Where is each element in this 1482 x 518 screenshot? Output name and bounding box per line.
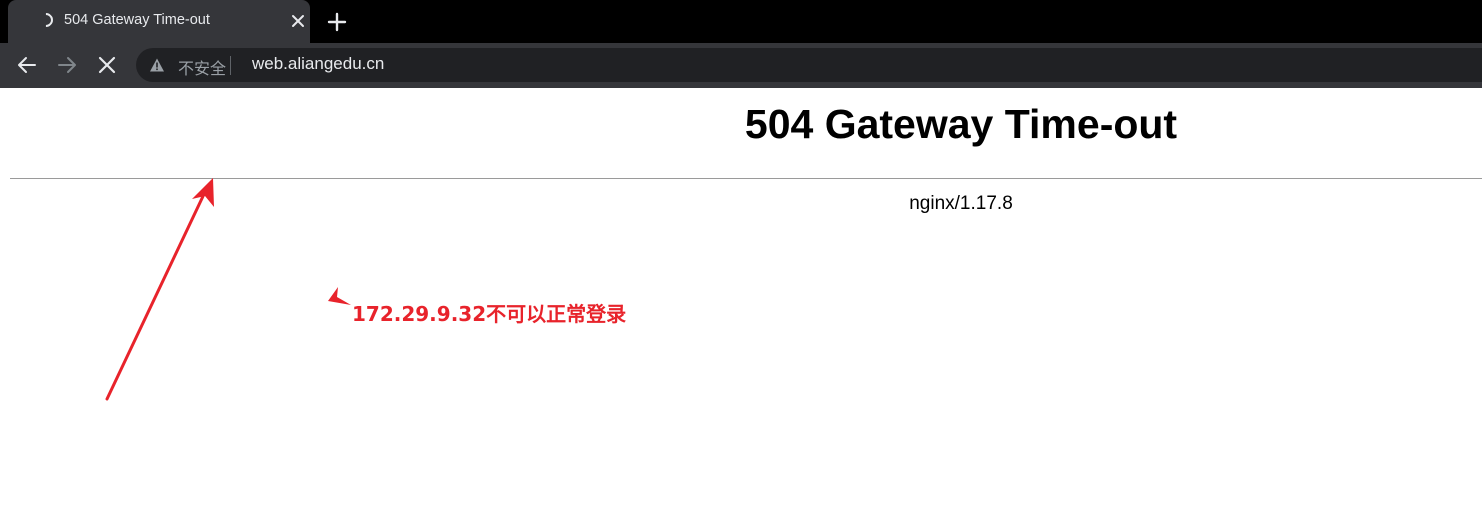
short-arrow-head <box>328 287 351 305</box>
annotation-note: 172.29.9.32不可以正常登录 <box>352 302 627 326</box>
page-title: 504 Gateway Time-out <box>744 101 1178 147</box>
browser-toolbar: 不安全 web.aliangedu.cn <box>0 43 1482 88</box>
back-arrow-icon[interactable] <box>15 53 39 77</box>
new-tab-plus-icon[interactable] <box>325 10 349 34</box>
server-signature: nginx/1.17.8 <box>909 193 1013 214</box>
warning-icon[interactable] <box>149 57 165 73</box>
loading-spinner-icon <box>36 10 56 30</box>
address-bar[interactable]: 不安全 web.aliangedu.cn <box>136 48 1482 82</box>
divider <box>10 178 1482 179</box>
url-text[interactable]: web.aliangedu.cn <box>252 54 384 74</box>
tab-title: 504 Gateway Time-out <box>64 12 210 28</box>
tab-close-icon[interactable] <box>287 10 309 32</box>
forward-arrow-icon[interactable] <box>55 53 79 77</box>
stop-icon[interactable] <box>95 53 119 77</box>
long-arrow-shaft <box>105 190 207 401</box>
tab-strip: 504 Gateway Time-out <box>0 0 1482 43</box>
omnibox-separator <box>230 56 231 75</box>
long-arrow-head <box>192 178 214 207</box>
security-status-label[interactable]: 不安全 <box>178 55 226 79</box>
active-tab[interactable]: 504 Gateway Time-out <box>8 0 310 43</box>
